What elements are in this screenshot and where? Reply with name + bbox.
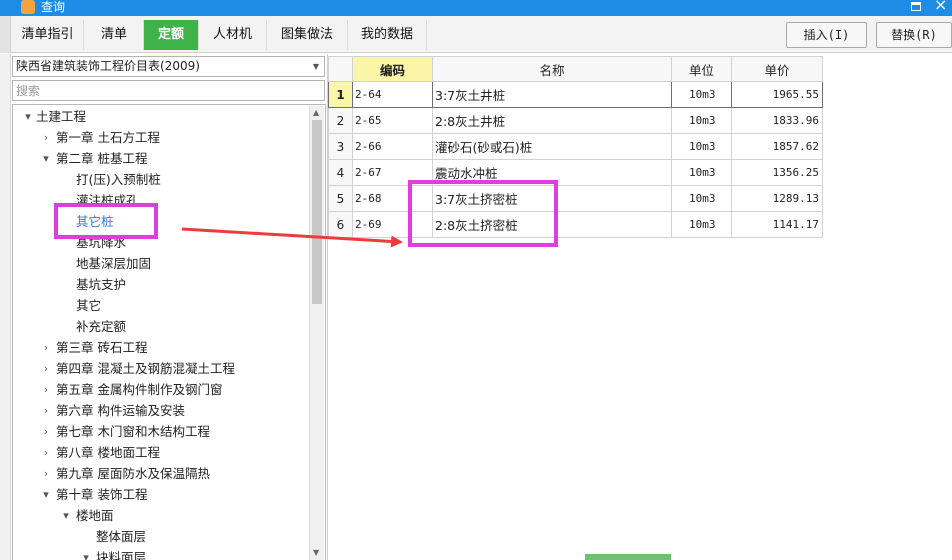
annotation-arrow: [181, 227, 403, 248]
status-indicator: [585, 554, 671, 560]
